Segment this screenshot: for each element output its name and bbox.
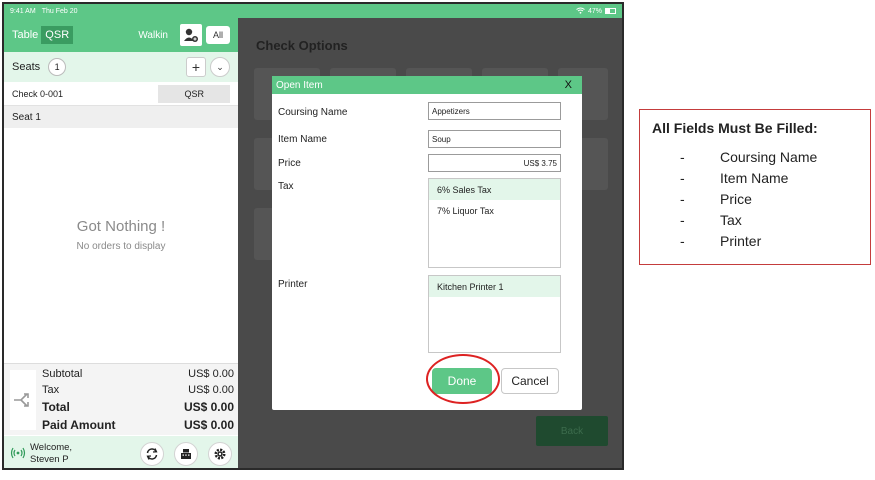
- annotation-dash: -: [680, 232, 685, 249]
- subtotal-value: US$ 0.00: [188, 368, 234, 380]
- annotation-item-label: Item Name: [720, 169, 789, 186]
- status-date: Thu Feb 20: [41, 7, 78, 15]
- seat-1-label: Seat 1: [12, 111, 41, 123]
- seat-count-badge[interactable]: 1: [48, 58, 67, 76]
- empty-title: Got Nothing !: [76, 218, 166, 235]
- annotation-item-label: Coursing Name: [720, 148, 818, 165]
- back-button[interactable]: Back: [536, 416, 608, 446]
- footer-bar: Welcome, Steven P: [4, 436, 238, 468]
- check-number: 0-001: [40, 88, 64, 99]
- coursing-name-label: Coursing Name: [278, 107, 348, 118]
- annotation-dash: -: [680, 190, 685, 207]
- split-check-icon[interactable]: [10, 370, 36, 430]
- annotation-item-label: Tax: [720, 211, 742, 228]
- refresh-icon[interactable]: [140, 442, 164, 466]
- cash-register-icon[interactable]: [174, 442, 198, 466]
- cancel-button[interactable]: Cancel: [501, 368, 559, 394]
- status-bar: 9:41 AM Thu Feb 20 47%: [4, 4, 622, 18]
- paid-line: Paid Amount US$ 0.00: [42, 418, 234, 432]
- dialog-title: Open Item: [276, 79, 323, 91]
- table-tab[interactable]: Table: [12, 29, 38, 41]
- tax-option[interactable]: 6% Sales Tax: [429, 179, 560, 200]
- price-input[interactable]: US$ 3.75: [428, 154, 561, 172]
- item-name-label: Item Name: [278, 134, 327, 145]
- paid-value: US$ 0.00: [183, 418, 234, 432]
- connection-icon: [10, 446, 26, 463]
- dialog-header: Open Item X: [272, 76, 582, 94]
- annotation-item-label: Printer: [720, 232, 762, 249]
- annotation-box: All Fields Must Be Filled: - Coursing Nam…: [639, 109, 871, 265]
- total-line: Total US$ 0.00: [42, 400, 234, 414]
- add-customer-icon[interactable]: [179, 24, 202, 46]
- battery-icon: [605, 8, 616, 14]
- footer-actions: [140, 442, 232, 466]
- printer-option[interactable]: Kitchen Printer 1: [429, 276, 560, 297]
- seats-label: Seats: [12, 61, 41, 73]
- welcome-text: Welcome, Steven P: [30, 442, 72, 466]
- tax-total-value: US$ 0.00: [188, 384, 234, 396]
- printer-listbox[interactable]: Kitchen Printer 1: [428, 275, 561, 353]
- coursing-name-input[interactable]: Appetizers: [428, 102, 561, 120]
- annotation-item: - Coursing Name: [652, 146, 858, 167]
- seat-actions: + ⌄: [186, 57, 230, 77]
- check-row: Check 0-001 QSR: [4, 82, 238, 106]
- welcome-line-1: Welcome,: [30, 442, 73, 453]
- check-options-title: Check Options: [256, 38, 348, 53]
- order-header: Table QSR Walkin All: [4, 18, 238, 52]
- qsr-tab[interactable]: QSR: [41, 26, 74, 44]
- order-panel: Table QSR Walkin All Seats 1 + ⌄ Check 0…: [4, 18, 238, 468]
- total-value: US$ 0.00: [183, 400, 234, 414]
- check-type-button[interactable]: QSR: [158, 84, 230, 103]
- item-name-input[interactable]: Soup: [428, 130, 561, 148]
- add-seat-button[interactable]: +: [186, 57, 206, 77]
- annotation-dash: -: [680, 148, 685, 165]
- annotation-item-label: Price: [720, 190, 752, 207]
- annotation-dash: -: [680, 211, 685, 228]
- annotation-item: - Price: [652, 188, 858, 209]
- open-item-dialog: Open Item X Coursing Name Appetizers Ite…: [272, 76, 582, 410]
- seat-1-row[interactable]: Seat 1: [4, 106, 238, 128]
- annotation-item: - Item Name: [652, 167, 858, 188]
- annotation-title: All Fields Must Be Filled:: [652, 120, 818, 136]
- wifi-icon: [576, 7, 585, 16]
- welcome-user: Steven P: [30, 454, 69, 465]
- tax-listbox[interactable]: 6% Sales Tax 7% Liquor Tax: [428, 178, 561, 268]
- annotation-item: - Tax: [652, 209, 858, 230]
- annotation-dash: -: [680, 169, 685, 186]
- close-icon[interactable]: X: [565, 79, 572, 91]
- totals-panel: Subtotal US$ 0.00 Tax US$ 0.00 Total US$…: [4, 363, 238, 435]
- highlight-circle: [426, 354, 500, 404]
- chevron-down-icon[interactable]: ⌄: [210, 57, 230, 77]
- battery-percent: 47%: [587, 7, 602, 15]
- status-time: 9:41 AM: [10, 7, 36, 15]
- walkin-label[interactable]: Walkin: [138, 30, 168, 41]
- annotation-list: - Coursing Name - Item Name - Price - Tax - P…: [652, 146, 858, 251]
- empty-subtitle: No orders to display: [76, 241, 166, 252]
- printer-label: Printer: [278, 279, 308, 290]
- empty-state: Got Nothing ! No orders to display: [4, 218, 238, 252]
- seats-row: Seats 1 + ⌄: [4, 52, 238, 82]
- total-label: Total: [42, 400, 70, 414]
- all-button[interactable]: All: [205, 26, 230, 44]
- tax-option[interactable]: 7% Liquor Tax: [429, 200, 560, 221]
- check-label: Check: [12, 88, 38, 99]
- subtotal-line: Subtotal US$ 0.00: [42, 368, 234, 380]
- tax-line: Tax US$ 0.00: [42, 384, 234, 396]
- price-label: Price: [278, 158, 301, 169]
- status-right: 47%: [576, 7, 616, 16]
- tax-label: Tax: [278, 181, 294, 192]
- screen: 9:41 AM Thu Feb 20 47% Table QSR Walkin …: [0, 0, 875, 480]
- tax-total-label: Tax: [42, 384, 60, 396]
- gear-icon[interactable]: [208, 442, 232, 466]
- annotation-item: - Printer: [652, 230, 858, 251]
- paid-label: Paid Amount: [42, 418, 116, 432]
- subtotal-label: Subtotal: [42, 368, 83, 380]
